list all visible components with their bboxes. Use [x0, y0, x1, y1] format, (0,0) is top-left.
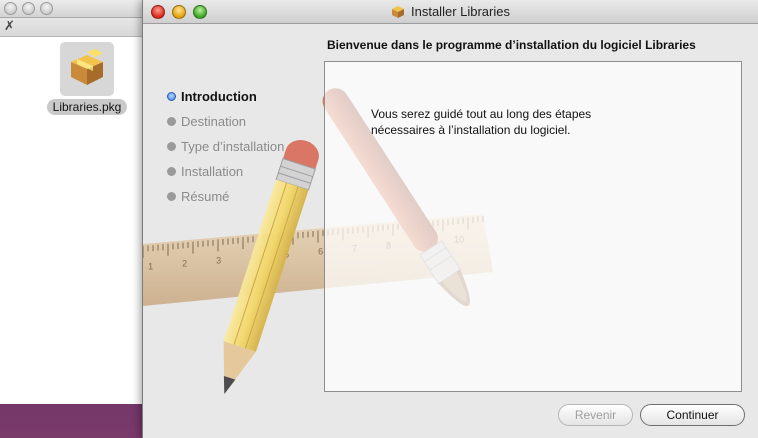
step-bullet-icon	[167, 142, 176, 151]
wrench-icon[interactable]: ✗	[4, 19, 15, 34]
ruler-number: 1	[148, 262, 153, 272]
finder-window: ✗ Libraries.pkg	[0, 0, 150, 404]
intro-text-line: Vous serez guidé tout au long des étapes	[371, 107, 592, 121]
step-installation-type: Type d’installation	[167, 134, 284, 159]
step-label: Destination	[181, 114, 247, 129]
step-summary: Résumé	[167, 184, 284, 209]
installer-package-icon	[392, 5, 404, 18]
ruler-number: 3	[216, 256, 221, 266]
window-title-area: Installer Libraries	[143, 4, 758, 19]
installer-heading: Bienvenue dans le programme d’installati…	[327, 38, 696, 52]
step-installation: Installation	[167, 159, 284, 184]
ruler-number: 6	[318, 247, 323, 257]
step-label: Installation	[181, 164, 244, 179]
finder-close-button[interactable]	[4, 2, 17, 15]
step-bullet-icon	[167, 117, 176, 126]
finder-zoom-button[interactable]	[40, 2, 53, 15]
step-introduction: Introduction	[167, 84, 284, 109]
continue-button[interactable]: Continuer	[640, 404, 745, 426]
package-file-label[interactable]: Libraries.pkg	[46, 99, 128, 115]
step-current-bullet-icon	[167, 92, 176, 101]
step-bullet-icon	[167, 192, 176, 201]
step-label: Résumé	[181, 189, 230, 204]
finder-minimize-button[interactable]	[22, 2, 35, 15]
step-label: Introduction	[181, 89, 257, 104]
installer-titlebar: Installer Libraries	[143, 0, 758, 24]
step-bullet-icon	[167, 167, 176, 176]
package-icon[interactable]	[60, 42, 114, 96]
intro-text: Vous serez guidé tout au long des étapes…	[371, 106, 711, 138]
finder-window-controls	[4, 2, 53, 15]
step-label: Type d’installation	[181, 139, 285, 154]
installer-window: Installer Libraries 1234567891	[142, 0, 758, 438]
intro-text-line: nécessaires à l’installation du logiciel…	[371, 123, 571, 137]
step-destination: Destination	[167, 109, 284, 134]
content-pane: Vous serez guidé tout au long des étapes…	[324, 61, 742, 392]
finder-toolbar: ✗	[0, 18, 149, 37]
installer-steps: Introduction Destination Type d’installa…	[167, 84, 284, 209]
back-button[interactable]: Revenir	[558, 404, 633, 426]
window-title: Installer Libraries	[411, 4, 510, 19]
finder-titlebar	[0, 0, 149, 18]
ruler-number: 2	[182, 259, 187, 269]
package-file-item[interactable]: Libraries.pkg	[42, 42, 132, 116]
